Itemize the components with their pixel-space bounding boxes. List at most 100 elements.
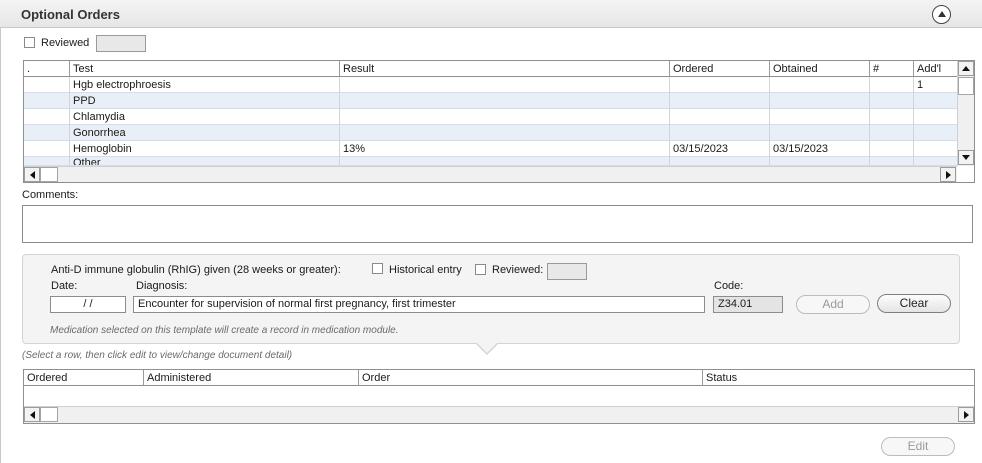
column-header-addl[interactable]: Add'l [914,61,957,77]
diagnosis-label: Diagnosis: [136,280,188,292]
row-dot-cell [24,157,70,165]
orders-horizontal-scrollbar[interactable] [24,166,957,182]
section-title: Optional Orders [21,7,120,22]
column-header-number[interactable]: # [870,61,914,77]
row-ordered-cell: 03/15/2023 [670,141,770,157]
column-header-administered[interactable]: Administered [144,370,359,386]
code-label: Code: [714,280,744,292]
row-addl-cell [914,109,957,125]
row-test-cell: PPD [70,93,340,109]
row-ordered-cell [670,93,770,109]
medication-note: Medication selected on this template wil… [50,325,399,336]
row-addl-cell [914,93,957,109]
row-number-cell [870,109,914,125]
row-number-cell [870,141,914,157]
orders-vertical-scrollbar[interactable] [957,61,974,166]
row-result-cell [340,77,670,93]
date-label: Date: [51,280,78,292]
table-row[interactable]: Hemoglobin 13% 03/15/2023 03/15/2023 [24,141,957,157]
scroll-right-button[interactable] [940,167,956,182]
row-obtained-cell: 03/15/2023 [770,141,870,157]
historical-entry-checkbox[interactable] [372,263,383,274]
row-obtained-cell [770,109,870,125]
row-result-cell: 13% [340,141,670,157]
section-border [0,28,1,463]
table-row[interactable]: PPD [24,93,957,109]
scroll-down-button[interactable] [958,150,974,165]
table-row[interactable]: Chlamydia [24,109,957,125]
column-header-status[interactable]: Status [703,370,974,386]
scroll-left-button[interactable] [24,167,40,182]
comments-textarea[interactable] [22,205,973,243]
document-horizontal-scrollbar[interactable] [24,406,974,423]
edit-hint: (Select a row, then click edit to view/c… [22,350,293,361]
reviewed-field [96,35,146,52]
row-dot-cell [24,93,70,109]
arrow-down-icon [962,155,970,160]
row-ordered-cell [670,157,770,165]
row-addl-cell: 1 [917,79,924,91]
row-ordered-cell [670,77,770,93]
chevron-up-icon [937,10,946,17]
clear-button[interactable]: Clear [877,294,951,313]
row-ordered-cell [670,125,770,141]
collapse-button[interactable] [932,5,951,24]
row-number-cell [870,157,914,165]
table-row[interactable]: Other [24,157,957,166]
arrow-right-icon [963,410,969,419]
row-test-cell: Hemoglobin [70,141,340,157]
arrow-left-icon [29,410,35,419]
rhig-reviewed-checkbox[interactable] [475,264,486,275]
row-result-cell [340,109,670,125]
horizontal-scroll-thumb[interactable] [40,167,58,182]
row-dot-cell [24,109,70,125]
row-test-cell: Other [70,157,340,165]
row-number-cell [870,125,914,141]
add-button[interactable]: Add [796,295,870,314]
row-dot-cell [24,77,70,93]
historical-entry-label: Historical entry [389,264,462,276]
table-row[interactable]: Gonorrhea [24,125,957,141]
column-header-test[interactable]: Test [70,61,340,77]
row-dot-cell [24,125,70,141]
date-input[interactable]: / / [50,296,126,313]
row-result-cell [340,93,670,109]
reviewed-label: Reviewed [41,37,90,49]
row-addl-cell [914,125,957,141]
column-header-dot[interactable]: . [24,61,70,77]
arrow-left-icon [29,170,35,179]
table-row[interactable]: Hgb electrophroesis 1 [24,77,957,93]
rhig-reviewed-field [547,263,587,280]
column-header-result[interactable]: Result [340,61,670,77]
diagnosis-input[interactable]: Encounter for supervision of normal firs… [133,296,705,313]
arrow-right-icon [945,170,951,179]
code-field: Z34.01 [713,296,783,313]
orders-grid: . Test Result Ordered Obtained # Add'l H… [23,60,975,183]
row-dot-cell [24,141,70,157]
scroll-left-button[interactable] [24,407,40,422]
column-header-obtained[interactable]: Obtained [770,61,870,77]
row-obtained-cell [770,77,870,93]
rhig-title: Anti-D immune globulin (RhIG) given (28 … [51,264,341,276]
document-grid: Ordered Administered Order Status [23,369,975,424]
column-header-order[interactable]: Order [359,370,703,386]
document-grid-header: Ordered Administered Order Status [24,370,974,386]
scroll-right-button[interactable] [958,407,974,422]
row-test-cell: Hgb electrophroesis [70,77,340,93]
column-header-ordered[interactable]: Ordered [24,370,144,386]
orders-grid-header: . Test Result Ordered Obtained # Add'l [24,61,957,77]
row-test-cell: Chlamydia [70,109,340,125]
section-header [0,0,982,28]
row-addl-cell [914,141,957,157]
horizontal-scroll-thumb[interactable] [40,407,58,422]
rhig-reviewed-label: Reviewed: [492,264,544,276]
row-obtained-cell [770,93,870,109]
column-header-ordered[interactable]: Ordered [670,61,770,77]
edit-button[interactable]: Edit [881,437,955,456]
row-number-cell [870,93,914,109]
reviewed-checkbox[interactable] [24,37,35,48]
scroll-up-button[interactable] [958,61,974,76]
row-obtained-cell [770,157,870,165]
vertical-scroll-thumb[interactable] [958,77,974,95]
row-obtained-cell [770,125,870,141]
